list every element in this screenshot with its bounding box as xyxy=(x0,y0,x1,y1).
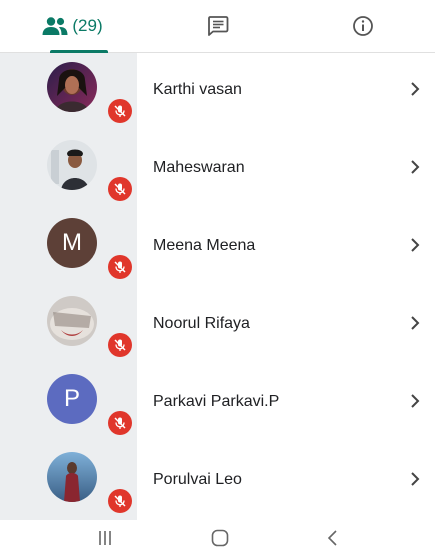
tab-info[interactable] xyxy=(290,0,435,52)
avatar xyxy=(47,452,97,502)
avatar xyxy=(47,62,97,112)
muted-mic-icon xyxy=(108,255,132,279)
participant-row[interactable]: Porulvai Leo xyxy=(0,443,435,521)
chevron-right-icon xyxy=(411,316,420,330)
avatar-letter: M xyxy=(62,229,82,256)
participant-name: Maheswaran xyxy=(153,159,245,176)
muted-mic-icon xyxy=(108,489,132,513)
tab-bar: (29) xyxy=(0,0,435,53)
participant-name: Porulvai Leo xyxy=(153,471,242,488)
participant-name: Karthi vasan xyxy=(153,81,242,98)
people-icon xyxy=(42,17,68,35)
participant-row[interactable]: Karthi vasan xyxy=(0,53,435,131)
recents-icon xyxy=(99,531,111,545)
muted-mic-icon xyxy=(108,411,132,435)
participant-name: Parkavi Parkavi.P xyxy=(153,393,280,410)
avatar xyxy=(47,140,97,190)
participant-row[interactable]: P Parkavi Parkavi.P xyxy=(0,365,435,443)
avatar-letter: P xyxy=(63,385,80,412)
chat-icon xyxy=(207,16,228,36)
avatar: P xyxy=(47,374,97,424)
system-navigation-bar xyxy=(0,520,435,556)
chevron-right-icon xyxy=(411,472,420,486)
avatar: M xyxy=(47,218,97,268)
participant-list: Karthi vasan Maheswaran M Meena Meena No… xyxy=(0,53,435,520)
info-icon xyxy=(352,16,373,36)
avatar xyxy=(47,296,97,346)
participant-row[interactable]: Maheswaran xyxy=(0,131,435,209)
participant-name: Meena Meena xyxy=(153,237,256,254)
muted-mic-icon xyxy=(108,177,132,201)
tab-chat[interactable] xyxy=(145,0,290,52)
back-button[interactable] xyxy=(313,520,353,556)
chevron-right-icon xyxy=(411,160,420,174)
participant-name: Noorul Rifaya xyxy=(153,315,250,332)
participant-count: (29) xyxy=(72,16,103,35)
chevron-right-icon xyxy=(411,238,420,252)
chevron-right-icon xyxy=(411,82,420,96)
recents-button[interactable] xyxy=(85,520,125,556)
home-button[interactable] xyxy=(200,520,240,556)
participant-row[interactable]: M Meena Meena xyxy=(0,209,435,287)
muted-mic-icon xyxy=(108,333,132,357)
back-icon xyxy=(327,530,337,546)
tab-people[interactable]: (29) xyxy=(0,0,145,53)
participant-row[interactable]: Noorul Rifaya xyxy=(0,287,435,365)
chevron-right-icon xyxy=(411,394,420,408)
home-icon xyxy=(211,529,229,547)
muted-mic-icon xyxy=(108,99,132,123)
